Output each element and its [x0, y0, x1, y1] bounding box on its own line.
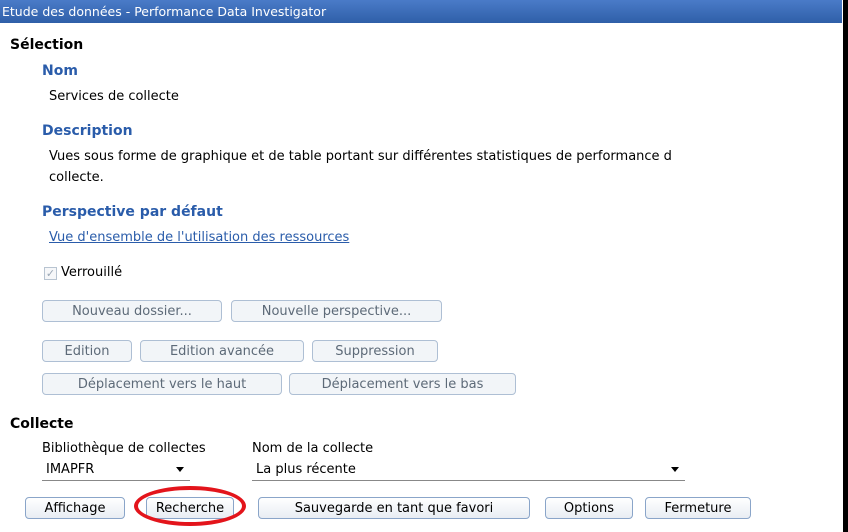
locked-checkbox[interactable]: ✓	[44, 267, 57, 280]
new-folder-button[interactable]: Nouveau dossier...	[42, 300, 222, 322]
chevron-down-icon	[671, 467, 679, 472]
locked-label: Verrouillé	[61, 265, 123, 280]
library-select-value: IMAPFR	[46, 462, 95, 477]
collection-name-label: Nom de la collecte	[252, 441, 374, 456]
close-button[interactable]: Fermeture	[645, 497, 751, 519]
chevron-down-icon	[176, 467, 184, 472]
default-perspective-label: Perspective par défaut	[42, 204, 223, 220]
move-up-button[interactable]: Déplacement vers le haut	[42, 373, 282, 395]
description-line-1: Vues sous forme de graphique et de table…	[49, 149, 672, 164]
library-label: Bibliothèque de collectes	[42, 441, 206, 456]
window-border	[843, 0, 848, 532]
check-icon: ✓	[45, 267, 56, 280]
options-button[interactable]: Options	[545, 497, 633, 519]
library-select[interactable]: IMAPFR	[42, 460, 190, 481]
display-button[interactable]: Affichage	[25, 497, 125, 519]
name-label: Nom	[42, 63, 78, 79]
window-title: Etude des données - Performance Data Inv…	[0, 0, 842, 23]
collection-heading: Collecte	[10, 416, 74, 432]
selection-heading: Sélection	[10, 37, 84, 53]
default-perspective-link[interactable]: Vue d'ensemble de l'utilisation des ress…	[49, 230, 349, 245]
collection-name-select-value: La plus récente	[256, 462, 356, 477]
save-favorite-button[interactable]: Sauvegarde en tant que favori	[258, 497, 530, 519]
edit-button[interactable]: Edition	[42, 340, 132, 362]
search-button[interactable]: Recherche	[146, 497, 234, 519]
advanced-edit-button[interactable]: Edition avancée	[140, 340, 304, 362]
collection-name-select[interactable]: La plus récente	[252, 460, 685, 481]
move-down-button[interactable]: Déplacement vers le bas	[289, 373, 516, 395]
delete-button[interactable]: Suppression	[312, 340, 438, 362]
new-perspective-button[interactable]: Nouvelle perspective...	[231, 300, 442, 322]
description-line-2: collecte.	[49, 170, 104, 185]
description-label: Description	[42, 123, 133, 139]
name-value: Services de collecte	[49, 89, 179, 104]
